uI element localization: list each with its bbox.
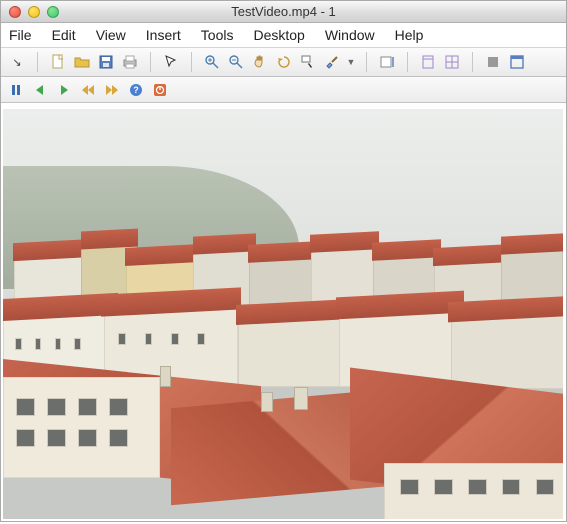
rooftops-region bbox=[3, 265, 563, 519]
minimize-window-button[interactable] bbox=[28, 6, 40, 18]
new-file-icon[interactable] bbox=[48, 52, 68, 72]
menu-desktop[interactable]: Desktop bbox=[253, 27, 304, 43]
titlebar: TestVideo.mp4 - 1 bbox=[1, 1, 566, 23]
open-icon[interactable] bbox=[72, 52, 92, 72]
menu-file[interactable]: File bbox=[9, 27, 32, 43]
separator bbox=[366, 52, 367, 72]
close-window-button[interactable] bbox=[9, 6, 21, 18]
data-cursor-icon[interactable] bbox=[298, 52, 318, 72]
menu-view[interactable]: View bbox=[96, 27, 126, 43]
menu-edit[interactable]: Edit bbox=[52, 27, 76, 43]
dock-icon[interactable] bbox=[418, 52, 438, 72]
rewind-icon[interactable] bbox=[79, 81, 97, 99]
separator bbox=[37, 52, 38, 72]
menu-help[interactable]: Help bbox=[395, 27, 424, 43]
prompt-icon[interactable]: ↘ bbox=[7, 52, 27, 72]
zoom-out-icon[interactable] bbox=[226, 52, 246, 72]
separator bbox=[150, 52, 151, 72]
power-icon[interactable] bbox=[151, 81, 169, 99]
play-icon[interactable] bbox=[55, 81, 73, 99]
figure-area bbox=[1, 103, 566, 521]
svg-text:?: ? bbox=[133, 85, 139, 95]
rotate-icon[interactable] bbox=[274, 52, 294, 72]
maximize-icon[interactable] bbox=[507, 52, 527, 72]
stop-icon[interactable] bbox=[483, 52, 503, 72]
window-controls bbox=[1, 6, 59, 18]
main-toolbar: ↘ bbox=[1, 47, 566, 77]
separator bbox=[191, 52, 192, 72]
layout-icon[interactable] bbox=[442, 52, 462, 72]
pointer-icon[interactable] bbox=[161, 52, 181, 72]
menu-window[interactable]: Window bbox=[325, 27, 375, 43]
zoom-window-button[interactable] bbox=[47, 6, 59, 18]
video-frame[interactable] bbox=[3, 109, 563, 519]
separator bbox=[472, 52, 473, 72]
app-window: TestVideo.mp4 - 1 File Edit View Insert … bbox=[0, 0, 567, 522]
pause-icon[interactable] bbox=[7, 81, 25, 99]
menu-tools[interactable]: Tools bbox=[201, 27, 234, 43]
fast-forward-icon[interactable] bbox=[103, 81, 121, 99]
step-back-icon[interactable] bbox=[31, 81, 49, 99]
separator bbox=[407, 52, 408, 72]
menu-insert[interactable]: Insert bbox=[146, 27, 181, 43]
print-icon[interactable] bbox=[120, 52, 140, 72]
window-title: TestVideo.mp4 - 1 bbox=[1, 4, 566, 19]
menubar: File Edit View Insert Tools Desktop Wind… bbox=[1, 23, 566, 47]
save-icon[interactable] bbox=[96, 52, 116, 72]
help-icon[interactable]: ? bbox=[127, 81, 145, 99]
brush-icon[interactable] bbox=[322, 52, 342, 72]
pan-icon[interactable] bbox=[250, 52, 270, 72]
insert-colorbar-icon[interactable] bbox=[377, 52, 397, 72]
zoom-in-icon[interactable] bbox=[202, 52, 222, 72]
dropdown-icon[interactable]: ▼ bbox=[346, 52, 356, 72]
playback-toolbar: ? bbox=[1, 77, 566, 103]
